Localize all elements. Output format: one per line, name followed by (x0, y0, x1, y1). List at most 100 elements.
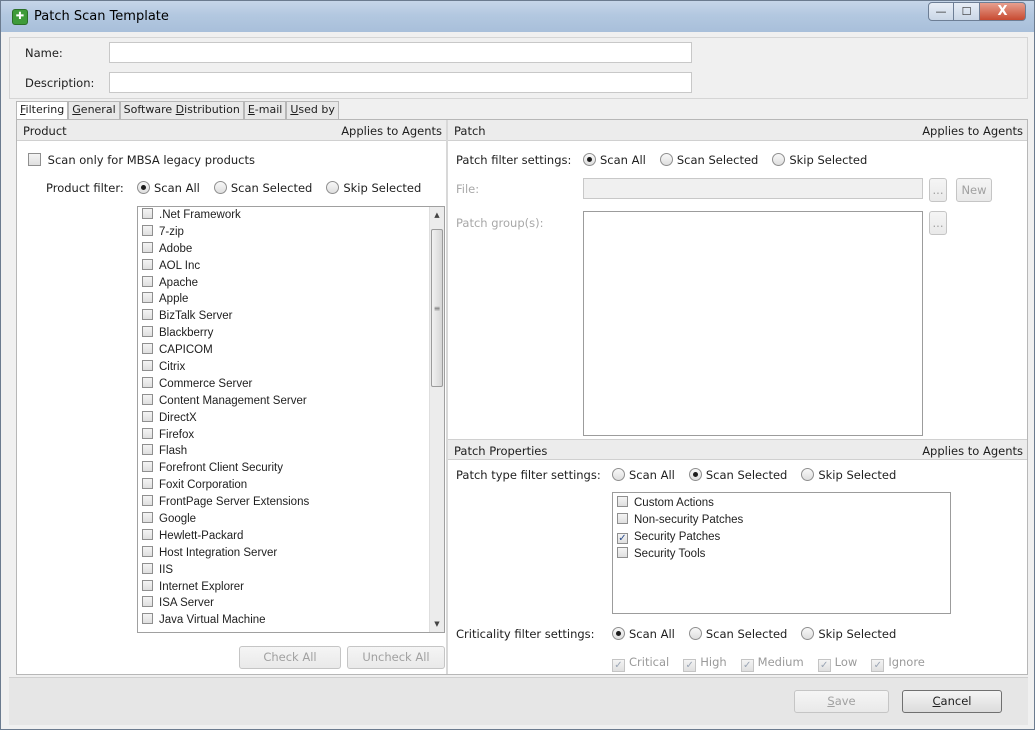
scroll-up-icon[interactable]: ▲ (430, 207, 444, 223)
product-checkbox[interactable] (142, 545, 153, 557)
list-item[interactable]: Apple (138, 291, 428, 308)
list-item[interactable]: Security Tools (613, 546, 950, 563)
patch-type-list[interactable]: Custom Actions Non-security Patches ✓ Sec… (612, 492, 951, 614)
tab-general[interactable]: General (68, 101, 120, 119)
check-icon[interactable]: ✓ (617, 533, 628, 544)
product-checkbox[interactable] (142, 613, 153, 625)
list-item[interactable]: FrontPage Server Extensions (138, 494, 428, 511)
description-input[interactable] (109, 72, 692, 93)
uncheck-all-button[interactable]: Uncheck All (347, 646, 445, 669)
patch-type-scan-selected[interactable]: Scan Selected (688, 468, 787, 482)
list-item[interactable]: Firefox (138, 427, 428, 444)
check-all-button[interactable]: Check All (239, 646, 341, 669)
patch-filter-scan-all[interactable]: Scan All (583, 153, 646, 167)
new-button[interactable]: New (956, 178, 992, 202)
file-input[interactable] (583, 178, 923, 199)
list-item[interactable]: 7-zip (138, 224, 428, 241)
tab-software-distribution[interactable]: Software Distribution (119, 101, 244, 119)
product-checkbox[interactable] (142, 393, 153, 405)
ignore-checkbox[interactable]: ✓ Ignore (871, 655, 925, 672)
list-item[interactable]: Google (138, 511, 428, 528)
product-checkbox[interactable] (142, 360, 153, 372)
product-checkbox[interactable] (142, 512, 153, 524)
panel-divider[interactable] (446, 120, 448, 674)
list-item[interactable]: Custom Actions (613, 495, 950, 512)
list-item[interactable]: Java Virtual Machine (138, 612, 428, 629)
product-checkbox[interactable] (142, 376, 153, 388)
list-item[interactable]: Content Management Server (138, 393, 428, 410)
critical-checkbox[interactable]: ✓ Critical (612, 655, 669, 672)
criticality-scan-all[interactable]: Scan All (612, 627, 675, 641)
low-checkbox[interactable]: ✓ Low (817, 655, 857, 672)
title-bar[interactable]: ✚ Patch Scan Template — ☐ X (1, 1, 1034, 32)
product-checkbox[interactable] (142, 343, 153, 355)
list-item[interactable]: ISA Server (138, 595, 428, 612)
patch-groups-list[interactable] (583, 211, 923, 436)
scroll-down-icon[interactable]: ▼ (430, 616, 444, 632)
file-browse-button[interactable]: ... (929, 178, 947, 202)
mbsa-checkbox-box[interactable] (28, 153, 41, 166)
maximize-button[interactable]: ☐ (954, 2, 980, 21)
patch-type-scan-all[interactable]: Scan All (612, 468, 675, 482)
tab-email[interactable]: E-mail (243, 101, 287, 119)
product-checkbox[interactable] (142, 562, 153, 574)
product-checkbox[interactable] (142, 461, 153, 473)
patch-filter-scan-selected[interactable]: Scan Selected (659, 153, 758, 167)
product-checkbox[interactable] (142, 528, 153, 540)
list-item[interactable]: IIS (138, 562, 428, 579)
product-filter-skip-selected[interactable]: Skip Selected (326, 181, 421, 195)
list-item[interactable]: CAPICOM (138, 342, 428, 359)
list-item[interactable]: AOL Inc (138, 258, 428, 275)
list-item[interactable]: Forefront Client Security (138, 460, 428, 477)
list-item[interactable]: Non-security Patches (613, 512, 950, 529)
patch-filter-skip-selected[interactable]: Skip Selected (772, 153, 867, 167)
product-checkbox[interactable] (142, 309, 153, 321)
list-item[interactable]: Hewlett-Packard (138, 528, 428, 545)
list-item[interactable]: Host Integration Server (138, 545, 428, 562)
list-item[interactable]: Flash (138, 443, 428, 460)
tab-used-by[interactable]: Used by (286, 101, 339, 119)
list-item[interactable]: Blackberry (138, 325, 428, 342)
cancel-button[interactable]: Cancel (902, 690, 1002, 713)
product-list-scrollbar[interactable]: ▲ ≡ ▼ (429, 207, 444, 632)
product-checkbox[interactable] (142, 427, 153, 439)
product-filter-scan-all[interactable]: Scan All (137, 181, 200, 195)
product-checkbox[interactable] (142, 410, 153, 422)
list-item[interactable]: Apache (138, 275, 428, 292)
save-button[interactable]: Save (794, 690, 889, 713)
product-checkbox[interactable] (142, 208, 153, 219)
list-item[interactable]: Commerce Server (138, 376, 428, 393)
product-list[interactable]: .Net Framework 7-zip Adobe AOL Inc Apache App… (137, 206, 445, 633)
product-checkbox[interactable] (142, 596, 153, 608)
product-checkbox[interactable] (142, 275, 153, 287)
name-input[interactable] (109, 42, 692, 63)
product-checkbox[interactable] (142, 579, 153, 591)
medium-checkbox[interactable]: ✓ Medium (740, 655, 804, 672)
list-item[interactable]: Adobe (138, 241, 428, 258)
product-checkbox[interactable] (142, 292, 153, 304)
patch-groups-browse-button[interactable]: ... (929, 211, 947, 235)
criticality-skip-selected[interactable]: Skip Selected (801, 627, 896, 641)
product-checkbox[interactable] (142, 241, 153, 253)
mbsa-checkbox[interactable]: Scan only for MBSA legacy products (28, 153, 255, 167)
product-checkbox[interactable] (142, 495, 153, 507)
list-item[interactable]: DirectX (138, 410, 428, 427)
minimize-button[interactable]: — (928, 2, 954, 21)
list-item[interactable]: Citrix (138, 359, 428, 376)
patch-type-skip-selected[interactable]: Skip Selected (801, 468, 896, 482)
product-checkbox[interactable] (142, 326, 153, 338)
tab-filtering[interactable]: Filtering (16, 101, 69, 120)
list-item[interactable]: Internet Explorer (138, 579, 428, 596)
list-item[interactable]: BizTalk Server (138, 308, 428, 325)
list-item[interactable]: .Net Framework (138, 207, 428, 224)
list-item[interactable]: ✓ Security Patches (613, 529, 950, 546)
product-checkbox[interactable] (142, 478, 153, 490)
product-checkbox[interactable] (142, 224, 153, 236)
scrollbar-thumb[interactable]: ≡ (431, 229, 443, 387)
close-button[interactable]: X (980, 2, 1026, 21)
high-checkbox[interactable]: ✓ High (683, 655, 727, 672)
list-item[interactable]: Foxit Corporation (138, 477, 428, 494)
product-checkbox[interactable] (142, 258, 153, 270)
product-checkbox[interactable] (142, 444, 153, 456)
criticality-scan-selected[interactable]: Scan Selected (688, 627, 787, 641)
